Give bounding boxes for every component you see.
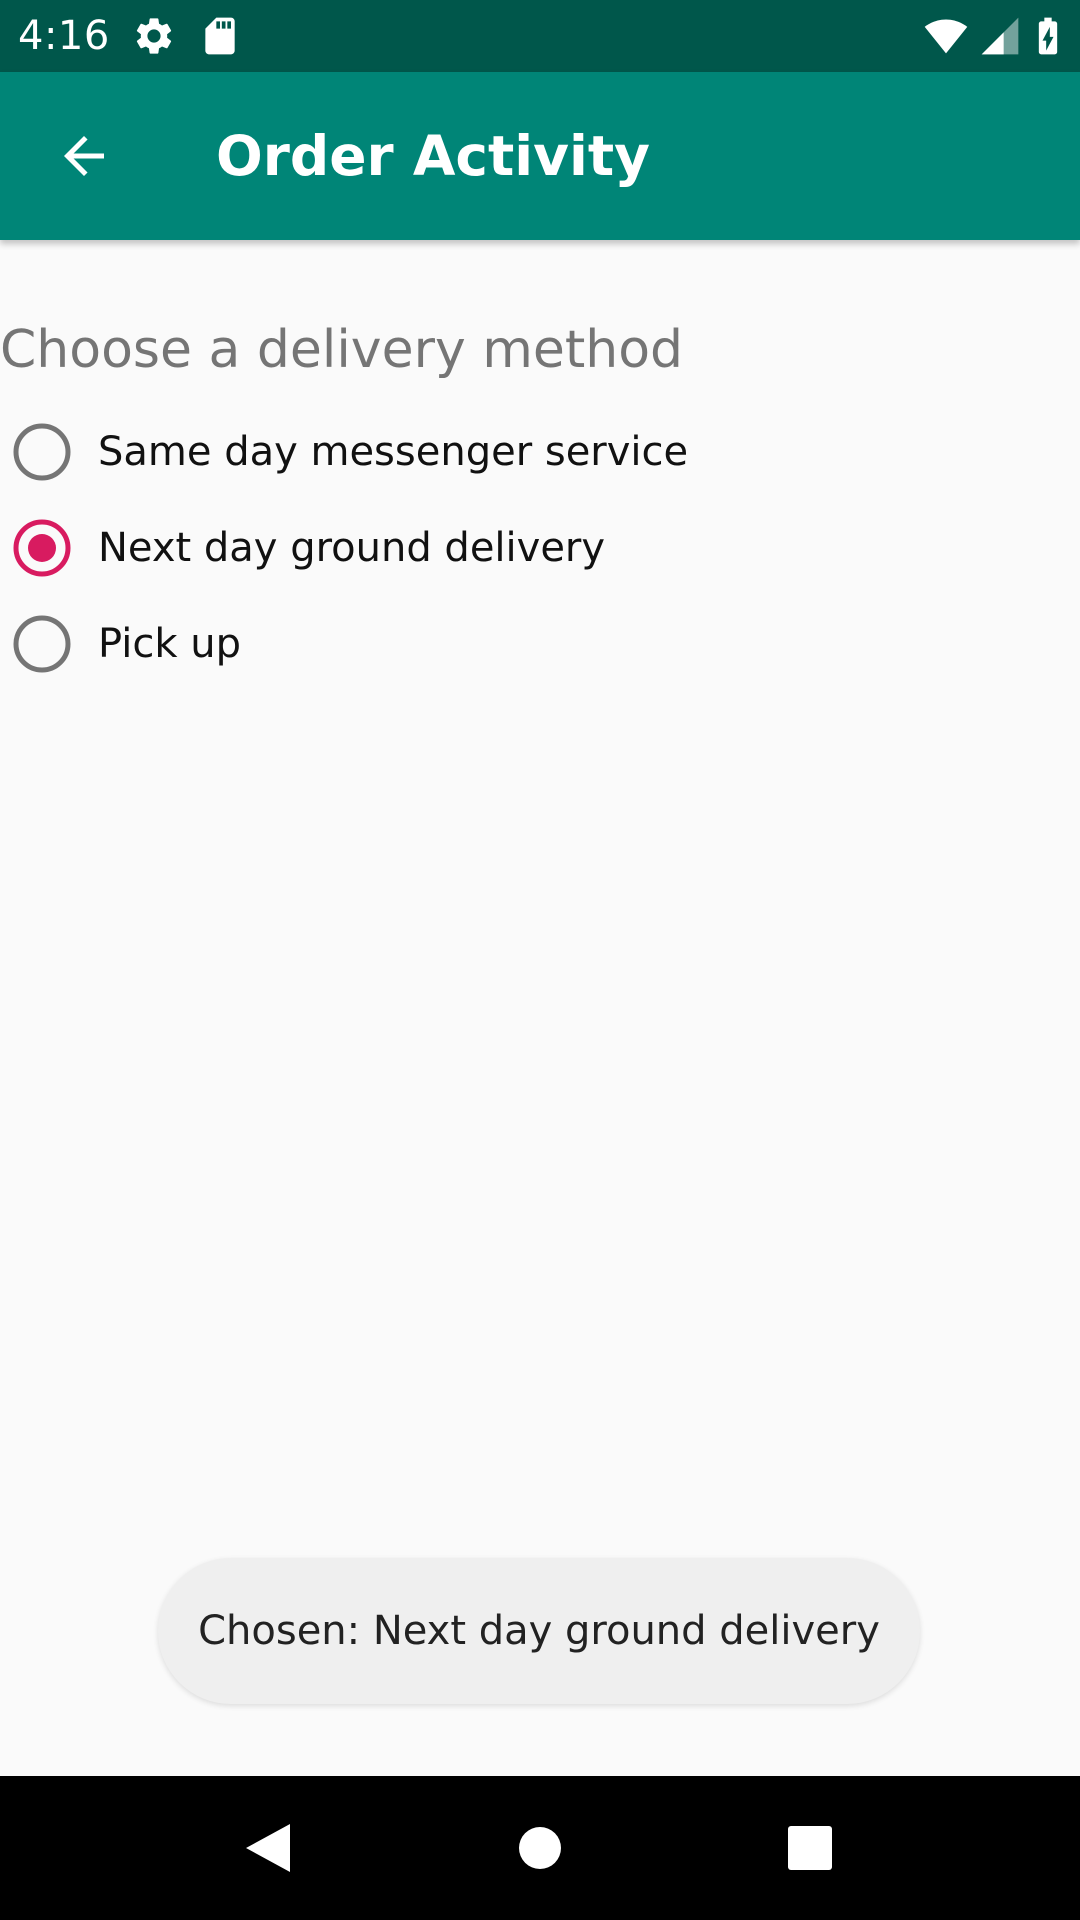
wifi-icon [924, 14, 968, 58]
radio-option-pick-up[interactable]: Pick up [12, 596, 772, 692]
navigation-bar [0, 1776, 1080, 1920]
page-title: Order Activity [216, 124, 650, 188]
arrow-back-icon [64, 136, 104, 176]
status-bar: 4:16 [0, 0, 1080, 72]
nav-back-button[interactable] [220, 1800, 316, 1896]
radio-unchecked-icon[interactable] [12, 422, 72, 482]
status-time: 4:16 [18, 13, 110, 59]
radio-label-same-day: Same day messenger service [98, 429, 689, 475]
radio-label-next-day: Next day ground delivery [98, 525, 606, 571]
sd-card-icon [198, 14, 242, 58]
gear-icon [132, 14, 176, 58]
radio-option-same-day[interactable]: Same day messenger service [12, 404, 772, 500]
radio-checked-icon[interactable] [12, 518, 72, 578]
back-triangle-icon [246, 1824, 290, 1872]
toast-message: Chosen: Next day ground delivery [158, 1558, 920, 1704]
recents-square-icon [788, 1826, 832, 1870]
toast-text: Chosen: Next day ground delivery [198, 1608, 880, 1654]
cell-signal-icon [978, 14, 1022, 58]
app-bar: Order Activity [0, 72, 1080, 240]
radio-unchecked-icon[interactable] [12, 614, 72, 674]
back-button[interactable] [36, 108, 132, 204]
nav-recents-button[interactable] [762, 1800, 858, 1896]
radio-option-next-day[interactable]: Next day ground delivery [12, 500, 772, 596]
battery-charging-icon [1026, 14, 1070, 58]
nav-home-button[interactable] [492, 1800, 588, 1896]
radio-label-pick-up: Pick up [98, 621, 241, 667]
delivery-method-heading: Choose a delivery method [0, 320, 684, 380]
home-circle-icon [519, 1827, 561, 1869]
